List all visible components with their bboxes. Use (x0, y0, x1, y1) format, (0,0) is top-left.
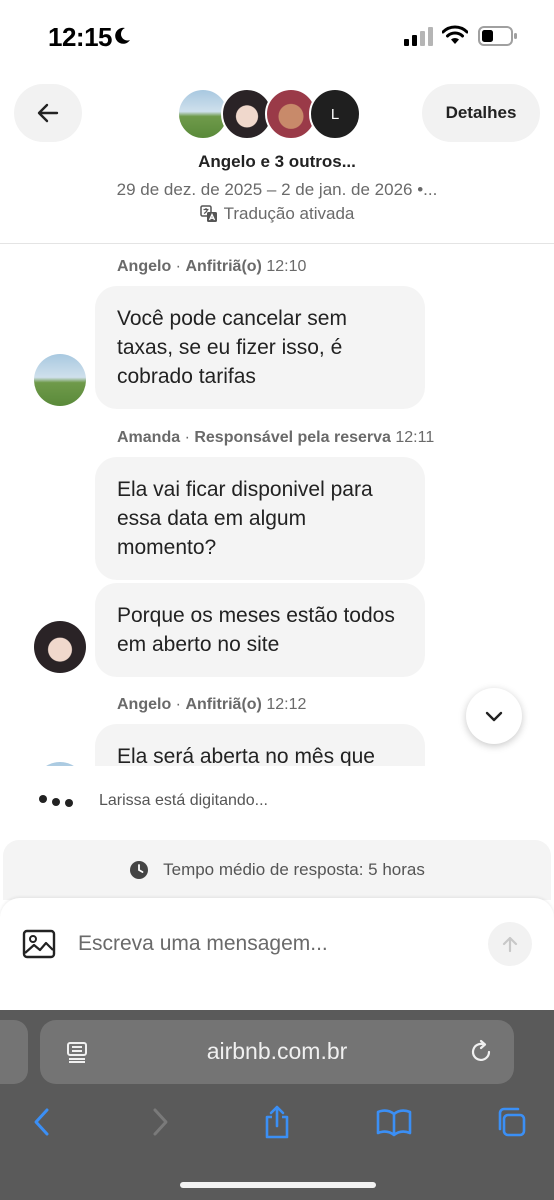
battery-icon (478, 26, 517, 46)
signal-icon (404, 27, 433, 46)
message-meta: Angelo · Anfitriã(o) 12:12 (117, 696, 307, 713)
message-meta: Angelo · Anfitriã(o) 12:10 (117, 258, 307, 275)
arrow-up-icon (502, 936, 518, 953)
participant-avatars[interactable]: L (177, 88, 361, 140)
tabs-button[interactable] (491, 1102, 531, 1142)
tabs-icon (498, 1107, 526, 1137)
response-time-text: Tempo médio de resposta: 5 horas (163, 860, 425, 879)
response-time-banner: Tempo médio de resposta: 5 horas (3, 840, 551, 900)
sender-role: Anfitriã(o) (185, 696, 262, 713)
share-button[interactable] (257, 1102, 297, 1142)
wifi-icon (442, 25, 468, 44)
address-bar[interactable]: airbnb.com.br (40, 1020, 514, 1084)
sender-name: Angelo (117, 696, 172, 713)
reload-icon[interactable] (468, 1039, 494, 1065)
translation-status[interactable]: Tradução ativada (0, 204, 554, 224)
typing-indicator: Larissa está digitando... (0, 780, 554, 824)
message-bubble[interactable]: Porque os meses estão todos em aberto no… (95, 583, 425, 677)
message-list[interactable]: Angelo · Anfitriã(o) 12:10 Você pode can… (0, 244, 554, 766)
home-indicator[interactable] (180, 1182, 376, 1188)
message-bubble[interactable]: Ela será aberta no mês que (95, 724, 425, 766)
clock-icon (130, 861, 149, 879)
message-time: 12:12 (266, 696, 307, 713)
back-button[interactable] (14, 84, 82, 142)
avatar[interactable] (34, 621, 86, 673)
arrow-left-icon (37, 103, 59, 123)
browser-forward-button[interactable] (140, 1102, 180, 1142)
avatar: L (309, 88, 361, 140)
message-time: 12:10 (266, 258, 307, 275)
bookmarks-icon (376, 1109, 412, 1137)
sender-name: Angelo (117, 258, 172, 275)
browser-back-button[interactable] (22, 1102, 62, 1142)
conversation-title[interactable]: Angelo e 3 outros... (0, 152, 554, 172)
status-time: 12:15 (48, 22, 113, 52)
url-text: airbnb.com.br (206, 1038, 348, 1064)
avatar[interactable] (34, 762, 86, 766)
message-meta: Amanda · Responsável pela reserva 12:11 (117, 429, 435, 446)
details-button[interactable]: Detalhes (422, 84, 540, 142)
avatar[interactable] (34, 354, 86, 406)
sender-name: Amanda (117, 429, 181, 446)
forward-icon (153, 1108, 168, 1136)
chevron-down-icon (485, 711, 503, 722)
bookmarks-button[interactable] (374, 1102, 414, 1142)
scroll-to-bottom-button[interactable] (466, 688, 522, 744)
reservation-dates: 29 de dez. de 2025 – 2 de jan. de 2026 •… (116, 180, 438, 199)
send-button[interactable] (488, 922, 532, 966)
status-bar: 12:15 (0, 0, 554, 72)
back-icon (34, 1108, 49, 1136)
conversation-header: L Detalhes Angelo e 3 outros... 29 de de… (0, 72, 554, 244)
translation-label: Tradução ativada (223, 204, 355, 223)
typing-dots-icon (39, 795, 73, 807)
browser-toolbar: airbnb.com.br (0, 1010, 554, 1200)
message-time: 12:11 (395, 429, 435, 446)
sender-role: Responsável pela reserva (194, 429, 391, 446)
message-bubble[interactable]: Você pode cancelar sem taxas, se eu fize… (95, 286, 425, 409)
message-composer (0, 898, 554, 1010)
image-icon[interactable] (22, 929, 56, 959)
message-input[interactable] (78, 924, 468, 964)
message-bubble[interactable]: Ela vai ficar disponivel para essa data … (95, 457, 425, 580)
moon-icon (115, 27, 130, 44)
translate-icon (199, 205, 217, 222)
share-icon (265, 1105, 289, 1139)
previous-tab[interactable] (0, 1020, 28, 1084)
sender-role: Anfitriã(o) (185, 258, 262, 275)
typing-text: Larissa está digitando... (99, 792, 268, 809)
